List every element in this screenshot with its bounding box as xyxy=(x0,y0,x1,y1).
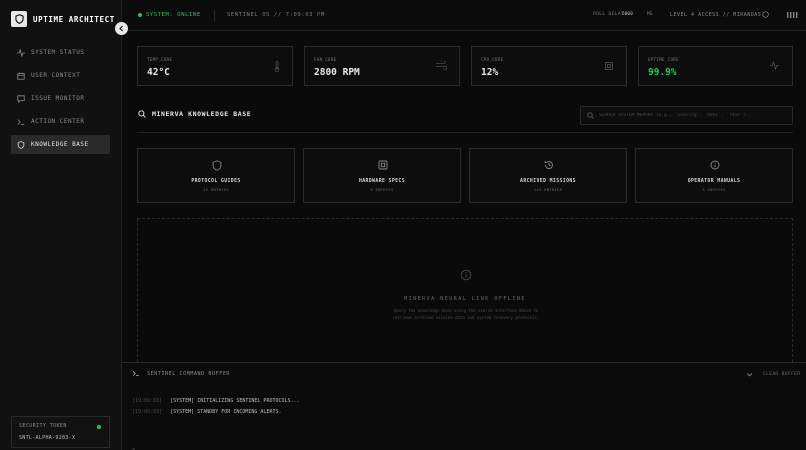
sidebar-item-user-context[interactable]: USER CONTEXT xyxy=(11,66,110,85)
search-icon xyxy=(138,110,146,118)
console-title: SENTINEL COMMAND BUFFER xyxy=(147,370,231,377)
shield-icon xyxy=(17,140,25,149)
sidebar-nav: SYSTEM STATUS USER CONTEXT ISSUE MONITOR… xyxy=(11,43,110,158)
calendar-icon xyxy=(17,72,25,80)
sidebar: UPTIME ARCHITECT SYSTEM STATUS USER CONT… xyxy=(0,0,122,450)
search-icon xyxy=(587,112,594,119)
sidebar-item-label: ACTION CENTER xyxy=(31,118,85,125)
security-token-card: SECURITY TOKEN SNTL-ALPHA-9283-X xyxy=(11,416,110,448)
offline-description: Query the knowledge base using the searc… xyxy=(392,308,540,320)
user-circle-icon[interactable] xyxy=(762,11,769,18)
cpu-icon xyxy=(605,62,613,70)
category-card-operator-manuals[interactable]: OPERATOR MANUALS 5 ENTRIES xyxy=(635,148,793,203)
log-text: [SYSTEM] STANDBY FOR INCOMING ALERTS. xyxy=(170,409,282,415)
stat-value: 42°C xyxy=(147,67,170,78)
cpu-icon xyxy=(378,160,388,170)
terminal-icon xyxy=(17,118,25,125)
sentinel-clock: SENTINEL OS // 7:09:03 PM xyxy=(227,12,325,18)
thermometer-icon xyxy=(274,61,280,72)
terminal-icon xyxy=(132,371,139,376)
token-status-dot xyxy=(97,425,101,429)
divider xyxy=(137,132,793,133)
chevron-left-icon xyxy=(119,25,123,32)
clear-buffer-button[interactable]: CLEAR BUFFER xyxy=(763,372,800,377)
knowledge-base-header: MINERVA KNOWLEDGE BASE xyxy=(138,110,251,118)
sidebar-item-action-center[interactable]: ACTION CENTER xyxy=(11,112,110,131)
wind-icon xyxy=(436,61,447,70)
log-text: [SYSTEM] INITIALIZING SENTINEL PROTOCOLS… xyxy=(170,398,300,404)
category-title: HARDWARE SPECS xyxy=(358,179,406,184)
console-header: SENTINEL COMMAND BUFFER xyxy=(132,370,230,377)
log-line: [19:09:03] [SYSTEM] STANDBY FOR INCOMING… xyxy=(132,409,282,415)
stat-label: FAN_CORE xyxy=(314,57,337,62)
message-icon xyxy=(17,94,25,103)
log-timestamp: [19:09:03] xyxy=(132,409,163,415)
poll-delay-unit: MS xyxy=(647,12,653,17)
status-dot xyxy=(138,13,142,17)
info-icon xyxy=(710,160,720,170)
history-icon xyxy=(544,160,553,169)
stat-card-temp: TEMP_CORE 42°C xyxy=(137,46,293,86)
stat-label: TEMP_CORE xyxy=(147,57,173,62)
stat-card-uptime: UPTIME_CORE 99.9% xyxy=(638,46,793,86)
sidebar-item-label: SYSTEM STATUS xyxy=(31,49,85,56)
neural-link-panel: MINERVA NEURAL LINK OFFLINE Query the kn… xyxy=(137,218,793,362)
log-timestamp: [19:09:03] xyxy=(132,398,163,404)
offline-title: MINERVA NEURAL LINK OFFLINE xyxy=(404,296,526,302)
stat-card-fan: FAN_CORE 2800 RPM xyxy=(304,46,460,86)
collapse-sidebar-button[interactable] xyxy=(115,22,128,35)
logo-shield-icon xyxy=(11,11,27,27)
system-status-text: SYSTEM: ONLINE xyxy=(146,12,201,18)
category-count: 12 ENTRIES xyxy=(203,187,229,192)
kb-search-box[interactable] xyxy=(580,106,793,125)
kb-search-input[interactable] xyxy=(599,108,789,123)
sidebar-item-label: ISSUE MONITOR xyxy=(31,95,85,102)
category-count: 143 ENTRIES xyxy=(533,187,563,192)
stat-card-cpu: CPU_CORE 12% xyxy=(471,46,627,86)
stat-label: CPU_CORE xyxy=(481,57,504,62)
poll-delay-value[interactable]: 5000 xyxy=(622,12,633,17)
access-level: LEVEL 4 ACCESS // MIRANDAS xyxy=(670,12,762,18)
command-buffer-console: SENTINEL COMMAND BUFFER CLEAR BUFFER [19… xyxy=(122,362,806,450)
sidebar-item-label: KNOWLEDGE BASE xyxy=(31,141,89,148)
category-card-hardware-specs[interactable]: HARDWARE SPECS 8 ENTRIES xyxy=(303,148,461,203)
category-count: 5 ENTRIES xyxy=(702,187,726,192)
activity-icon xyxy=(17,48,25,57)
category-card-protocol-guides[interactable]: PROTOCOL GUIDES 12 ENTRIES xyxy=(137,148,295,203)
stat-value: 2800 RPM xyxy=(314,67,360,78)
category-title: OPERATOR MANUALS xyxy=(687,179,741,184)
sidebar-item-knowledge-base[interactable]: KNOWLEDGE BASE xyxy=(11,135,110,154)
log-line: [19:09:03] [SYSTEM] INITIALIZING SENTINE… xyxy=(132,398,300,404)
category-count: 8 ENTRIES xyxy=(370,187,394,192)
activity-icon xyxy=(770,61,779,70)
knowledge-base-title: MINERVA KNOWLEDGE BASE xyxy=(152,110,252,118)
sidebar-item-system-status[interactable]: SYSTEM STATUS xyxy=(11,43,110,62)
category-card-archived-missions[interactable]: ARCHIVED MISSIONS 143 ENTRIES xyxy=(469,148,627,203)
category-title: ARCHIVED MISSIONS xyxy=(520,179,576,184)
stat-label: UPTIME_CORE xyxy=(648,57,679,62)
stat-value: 99.9% xyxy=(648,67,677,78)
signal-bars-icon[interactable] xyxy=(787,12,799,18)
info-icon xyxy=(460,269,472,281)
sidebar-item-issue-monitor[interactable]: ISSUE MONITOR xyxy=(11,89,110,108)
sidebar-item-label: USER CONTEXT xyxy=(31,72,81,79)
system-status: SYSTEM: ONLINE xyxy=(138,12,201,18)
top-bar: SYSTEM: ONLINE SENTINEL OS // 7:09:03 PM… xyxy=(122,0,806,31)
app-logo[interactable]: UPTIME ARCHITECT xyxy=(11,11,115,27)
security-token-label: SECURITY TOKEN xyxy=(19,423,67,429)
app-title: UPTIME ARCHITECT xyxy=(33,14,115,24)
shield-icon xyxy=(212,160,222,171)
stat-value: 12% xyxy=(481,67,499,78)
divider xyxy=(214,10,215,21)
chevron-down-icon[interactable] xyxy=(746,371,753,378)
category-title: PROTOCOL GUIDES xyxy=(191,179,241,184)
security-token-value: SNTL-ALPHA-9283-X xyxy=(19,435,76,441)
